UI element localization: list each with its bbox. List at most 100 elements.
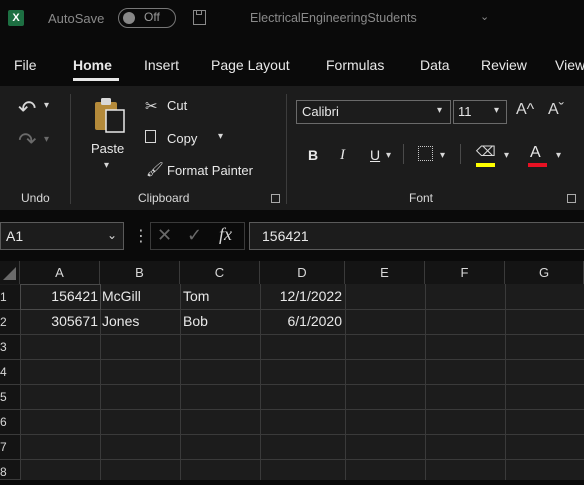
chevron-down-icon[interactable]: ⌄ (480, 10, 489, 23)
row-header-2[interactable]: 2 (0, 310, 20, 335)
save-icon-slot (196, 11, 202, 15)
row-header-8[interactable]: 8 (0, 460, 20, 480)
bold-button[interactable]: B (308, 147, 318, 163)
ribbon-separator (403, 144, 404, 164)
ribbon-separator (460, 144, 461, 164)
cancel-icon: ✕ (157, 225, 173, 245)
active-tab-indicator (73, 78, 119, 81)
row-header-3[interactable]: 3 (0, 335, 20, 360)
chevron-down-icon: ▾ (494, 105, 500, 116)
fill-color-swatch (476, 163, 495, 167)
cut-button[interactable]: Cut (167, 98, 187, 113)
cell-a1[interactable]: 156421 (20, 284, 98, 309)
tab-page-layout[interactable]: Page Layout (211, 57, 290, 73)
group-label-font: Font (409, 191, 434, 205)
cell-b2[interactable]: Jones (102, 309, 180, 334)
enter-checkmark-icon: ✓ (187, 225, 203, 245)
ribbon-separator (70, 94, 71, 204)
font-size-value: 11 (458, 104, 472, 119)
cell-c1[interactable]: Tom (183, 284, 259, 309)
paste-icon[interactable] (93, 96, 127, 139)
grid-line (505, 284, 506, 480)
tab-file[interactable]: File (14, 57, 37, 73)
row-header-1[interactable]: 1 (0, 285, 20, 310)
excel-logo-icon: X (8, 10, 24, 26)
font-color-swatch (528, 163, 547, 167)
tab-view[interactable]: View (555, 57, 584, 73)
grid-line (425, 284, 426, 480)
grid-line (180, 284, 181, 480)
column-header-b[interactable]: B (100, 261, 180, 284)
copy-icon[interactable] (145, 130, 156, 143)
tab-data[interactable]: Data (420, 57, 450, 73)
redo-icon: ↷ (18, 128, 37, 153)
insert-function-button[interactable]: fx (219, 224, 232, 245)
fill-color-dropdown-chevron-icon[interactable]: ▾ (504, 150, 509, 161)
paste-dropdown-chevron-icon[interactable]: ▾ (104, 160, 109, 171)
more-options-icon: ⋮ (133, 228, 149, 245)
autosave-label: AutoSave (48, 11, 105, 26)
grid-line (20, 359, 584, 360)
grid-line (100, 284, 101, 480)
toggle-knob (123, 12, 135, 24)
font-name-select[interactable]: Calibri ▾ (296, 100, 451, 124)
cell-d2[interactable]: 6/1/2020 (260, 309, 343, 334)
group-label-clipboard: Clipboard (138, 191, 190, 205)
font-color-button[interactable]: A (530, 144, 541, 162)
name-box-value: A1 (6, 228, 24, 244)
chevron-down-icon: ▾ (437, 105, 443, 116)
italic-button[interactable]: I (340, 147, 345, 164)
fill-color-icon[interactable]: ⌫ (476, 143, 496, 160)
scissors-icon[interactable]: ✂ (145, 97, 158, 115)
font-name-value: Calibri (302, 104, 339, 119)
row-header-7[interactable]: 7 (0, 435, 20, 460)
column-header-d[interactable]: D (260, 261, 345, 284)
cell-c2[interactable]: Bob (183, 309, 259, 334)
column-header-f[interactable]: F (425, 261, 505, 284)
underline-button[interactable]: U (370, 147, 380, 163)
font-launcher-icon[interactable] (567, 194, 576, 203)
row-header-6[interactable]: 6 (0, 410, 20, 435)
column-header-a[interactable]: A (20, 261, 100, 284)
format-painter-icon[interactable]: 🖌 (146, 161, 164, 178)
format-painter-button[interactable]: Format Painter (167, 163, 253, 178)
undo-dropdown-chevron-icon[interactable]: ▾ (44, 100, 49, 111)
grid-line (20, 459, 584, 460)
redo-dropdown-chevron-icon: ▾ (44, 134, 50, 145)
column-header-c[interactable]: C (180, 261, 260, 284)
grid-line (345, 284, 346, 480)
copy-dropdown-chevron-icon[interactable]: ▾ (218, 131, 223, 142)
grid-line (20, 334, 584, 335)
cell-d1[interactable]: 12/1/2022 (260, 284, 342, 309)
underline-dropdown-chevron-icon[interactable]: ▾ (386, 150, 391, 161)
shrink-font-button[interactable]: Aˇ (548, 101, 564, 119)
tab-insert[interactable]: Insert (144, 57, 179, 73)
cell-b1[interactable]: McGill (102, 284, 180, 309)
save-icon[interactable] (193, 10, 206, 25)
autosave-toggle[interactable]: Off (118, 8, 176, 28)
copy-button[interactable]: Copy (167, 131, 197, 146)
grow-font-button[interactable]: A^ (516, 101, 534, 119)
formula-input[interactable]: 156421 (249, 222, 584, 250)
grid-line (20, 434, 584, 435)
select-all-corner[interactable] (0, 261, 20, 284)
undo-icon[interactable]: ↶ (18, 96, 36, 122)
column-header-g[interactable]: G (505, 261, 584, 284)
cell-a2[interactable]: 305671 (20, 309, 98, 334)
tab-formulas[interactable]: Formulas (326, 57, 384, 73)
font-size-select[interactable]: 11 ▾ (453, 100, 507, 124)
row-header-4[interactable]: 4 (0, 360, 20, 385)
grid-line (20, 409, 584, 410)
paste-label[interactable]: Paste (91, 141, 124, 156)
tab-home[interactable]: Home (73, 57, 112, 73)
tab-review[interactable]: Review (481, 57, 527, 73)
document-title[interactable]: ElectricalEngineeringStudents (250, 11, 417, 25)
row-header-5[interactable]: 5 (0, 385, 20, 410)
borders-dropdown-chevron-icon[interactable]: ▾ (440, 150, 445, 161)
borders-icon[interactable] (418, 146, 433, 161)
column-header-e[interactable]: E (345, 261, 425, 284)
font-color-dropdown-chevron-icon[interactable]: ▾ (556, 150, 561, 161)
clipboard-launcher-icon[interactable] (271, 194, 280, 203)
name-box[interactable]: A1 ⌄ (0, 222, 124, 250)
grid-line (20, 384, 584, 385)
